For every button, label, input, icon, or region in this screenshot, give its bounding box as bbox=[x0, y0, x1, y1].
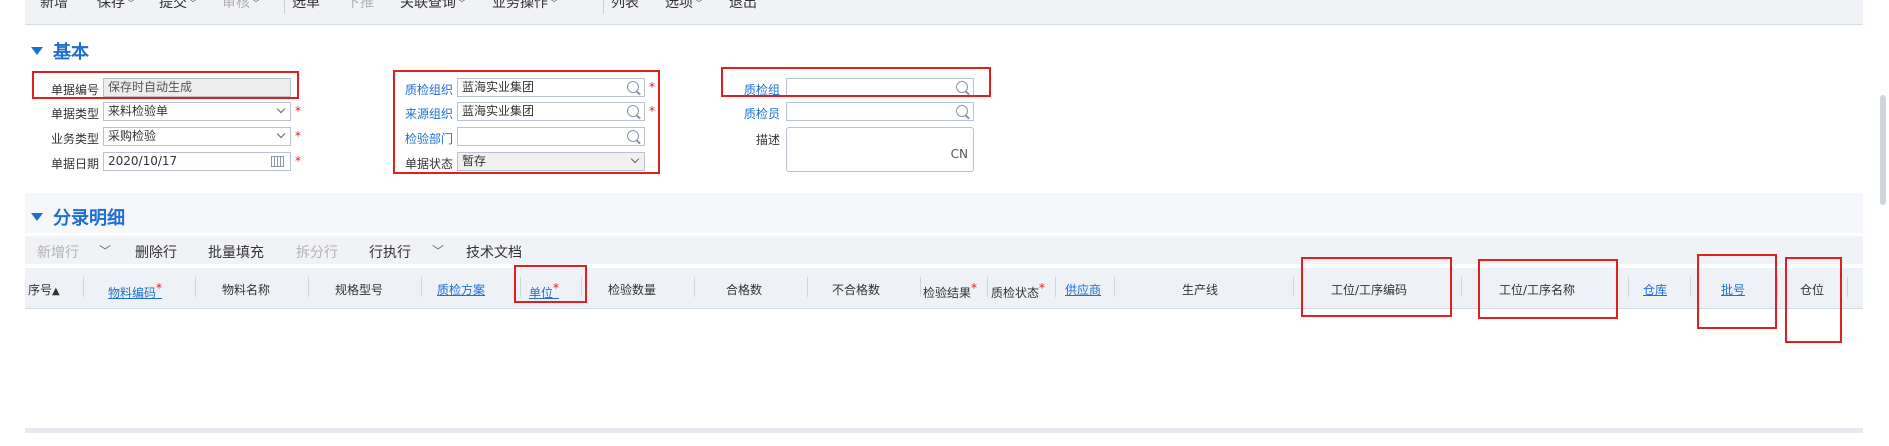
calendar-icon[interactable] bbox=[271, 156, 284, 167]
collapse-triangle-icon bbox=[31, 213, 43, 221]
highlight-box bbox=[1301, 257, 1452, 317]
chevron-down-icon: ﹀ bbox=[694, 0, 704, 10]
highlight-box bbox=[32, 71, 299, 99]
highlight-box bbox=[1697, 254, 1777, 329]
main-toolbar: 新增 保存﹀ 提交﹀ 审核﹀ 选单 下推 关联查询﹀ 业务操作﹀ 列表 选项﹀ … bbox=[25, 0, 1863, 25]
section-basic-header[interactable]: 基本 bbox=[31, 38, 89, 64]
list-button[interactable]: 列表 bbox=[611, 0, 639, 12]
chevron-down-icon: ﹀ bbox=[432, 244, 445, 258]
column-header-seq[interactable]: 序号▲ bbox=[28, 281, 60, 298]
column-header-qualified-qty[interactable]: 合格数 bbox=[726, 281, 762, 298]
biz-type-label: 业务类型 bbox=[50, 132, 99, 146]
add-row-dropdown[interactable]: ﹀ bbox=[98, 242, 111, 259]
chevron-down-icon: ﹀ bbox=[549, 0, 559, 10]
bill-date-label: 单据日期 bbox=[50, 157, 99, 171]
bill-date-picker[interactable]: 2020/10/17 bbox=[103, 152, 291, 171]
language-indicator[interactable]: CN bbox=[951, 146, 968, 163]
required-mark: * bbox=[295, 129, 301, 143]
highlight-box bbox=[514, 265, 587, 303]
column-header-production-line[interactable]: 生产线 bbox=[1182, 281, 1218, 298]
chevron-down-icon: ﹀ bbox=[188, 0, 198, 10]
bill-type-select[interactable]: 来料检验单 bbox=[103, 102, 291, 121]
new-button[interactable]: 新增 bbox=[40, 0, 68, 12]
chevron-down-icon: ﹀ bbox=[99, 244, 112, 258]
biz-type-select[interactable]: 采购检验 bbox=[103, 127, 291, 146]
options-button[interactable]: 选项﹀ bbox=[665, 0, 704, 12]
collapse-triangle-icon bbox=[31, 47, 43, 55]
column-header-inspect-qty[interactable]: 检验数量 bbox=[608, 281, 656, 298]
split-row-button[interactable]: 拆分行 bbox=[296, 242, 338, 262]
submit-button[interactable]: 提交﹀ bbox=[159, 0, 198, 12]
delete-row-button[interactable]: 删除行 bbox=[135, 242, 177, 262]
toolbar-divider bbox=[603, 0, 604, 14]
chevron-down-icon: ﹀ bbox=[457, 0, 467, 10]
column-header-spec[interactable]: 规格型号 bbox=[335, 281, 383, 298]
chevron-down-icon bbox=[276, 129, 286, 139]
column-header-material-code[interactable]: 物料编码* bbox=[108, 281, 162, 301]
grid-bottom-border bbox=[25, 428, 1863, 433]
chevron-down-icon: ﹀ bbox=[251, 0, 261, 10]
vertical-scrollbar[interactable] bbox=[1880, 95, 1886, 205]
column-header-inspect-result[interactable]: 检验结果* bbox=[923, 281, 977, 301]
column-header-qc-scheme[interactable]: 质检方案 bbox=[437, 281, 485, 298]
column-header-supplier[interactable]: 供应商 bbox=[1065, 281, 1101, 298]
chevron-down-icon bbox=[276, 104, 286, 114]
description-label: 描述 bbox=[755, 133, 780, 147]
bill-type-label: 单据类型 bbox=[50, 107, 99, 121]
search-icon[interactable] bbox=[956, 105, 968, 117]
highlight-box bbox=[721, 67, 991, 97]
batch-fill-button[interactable]: 批量填充 bbox=[208, 242, 264, 262]
highlight-box bbox=[1785, 257, 1842, 343]
add-row-button[interactable]: 新增行 bbox=[37, 242, 79, 262]
linked-query-button[interactable]: 关联查询﹀ bbox=[400, 0, 467, 12]
business-ops-button[interactable]: 业务操作﹀ bbox=[492, 0, 559, 12]
select-bill-button[interactable]: 选单 bbox=[292, 0, 320, 12]
column-header-material-name[interactable]: 物料名称 bbox=[222, 281, 270, 298]
exit-button[interactable]: 退出 bbox=[729, 0, 757, 12]
chevron-down-icon: ﹀ bbox=[126, 0, 136, 10]
save-button[interactable]: 保存﹀ bbox=[97, 0, 136, 12]
sort-ascending-icon[interactable]: ▲ bbox=[52, 286, 60, 297]
row-exec-dropdown[interactable]: ﹀ bbox=[431, 242, 444, 259]
column-header-unqualified-qty[interactable]: 不合格数 bbox=[832, 281, 880, 298]
audit-button[interactable]: 审核﹀ bbox=[222, 0, 261, 12]
tech-doc-button[interactable]: 技术文档 bbox=[466, 242, 522, 262]
push-down-button[interactable]: 下推 bbox=[346, 0, 374, 12]
column-header-warehouse[interactable]: 仓库 bbox=[1643, 281, 1667, 298]
highlight-box bbox=[1478, 259, 1618, 319]
inspector-label[interactable]: 质检员 bbox=[710, 105, 780, 122]
required-mark: * bbox=[295, 104, 301, 118]
section-entries-band bbox=[25, 193, 1863, 233]
column-header-qc-status[interactable]: 质检状态* bbox=[991, 281, 1045, 301]
section-entries-header[interactable]: 分录明细 bbox=[31, 204, 125, 230]
inspector-field[interactable] bbox=[786, 102, 974, 121]
description-textarea[interactable]: CN bbox=[786, 127, 974, 172]
toolbar-divider bbox=[284, 0, 285, 14]
row-exec-button[interactable]: 行执行 bbox=[369, 242, 411, 262]
highlight-box bbox=[393, 70, 660, 174]
required-mark: * bbox=[295, 154, 301, 168]
